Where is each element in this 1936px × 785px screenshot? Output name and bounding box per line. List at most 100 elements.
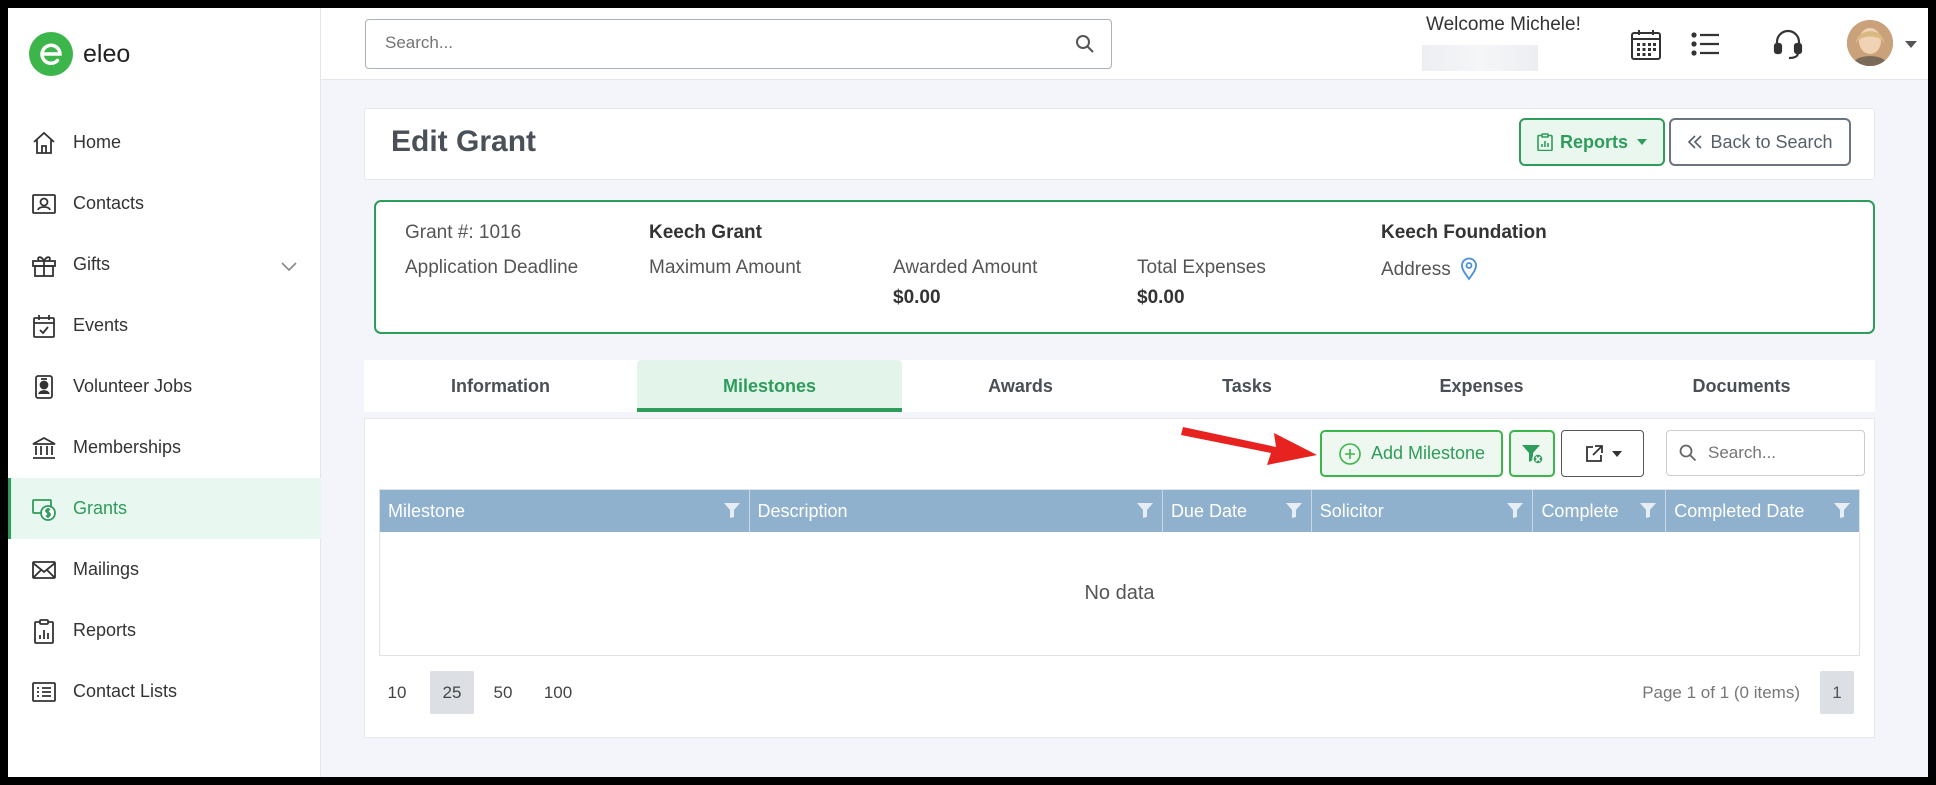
filter-icon[interactable] [1833, 501, 1851, 524]
chevron-down-icon[interactable] [281, 256, 297, 277]
brand-name: eleo [83, 39, 131, 68]
global-search-input[interactable] [366, 20, 1046, 66]
sidebar-item-label: Home [73, 132, 122, 152]
tab-milestones[interactable]: Milestones [637, 360, 902, 412]
list-icon [30, 678, 58, 706]
column-label: Due Date [1170, 500, 1247, 521]
column-label: Completed Date [1674, 500, 1805, 521]
column-header-complete[interactable]: Complete [1533, 490, 1667, 532]
sidebar: eleo Home Contacts Gifts Events Voluntee… [8, 8, 321, 777]
sidebar-item-label: Events [73, 315, 129, 335]
caret-down-icon [1637, 139, 1647, 145]
filter-icon[interactable] [1136, 501, 1154, 524]
page-info: Page 1 of 1 (0 items) [1642, 683, 1800, 702]
tab-documents[interactable]: Documents [1608, 360, 1875, 412]
logo[interactable]: eleo [29, 32, 130, 76]
reports-button-label: Reports [1559, 131, 1628, 152]
back-to-search-button[interactable]: Back to Search [1669, 118, 1851, 166]
user-org-placeholder [1422, 45, 1538, 71]
sidebar-item-reports[interactable]: Reports [8, 600, 321, 661]
filter-icon[interactable] [1506, 501, 1524, 524]
address-label: Address [1381, 259, 1451, 280]
map-pin-icon[interactable] [1460, 257, 1478, 286]
sidebar-item-label: Grants [73, 498, 128, 518]
caret-down-icon [1611, 450, 1622, 457]
tab-awards[interactable]: Awards [902, 360, 1139, 412]
filter-icon[interactable] [1285, 501, 1303, 524]
home-icon [30, 129, 58, 157]
page-size-100[interactable]: 100 [530, 671, 586, 714]
empty-state: No data [1084, 582, 1155, 604]
sidebar-item-label: Memberships [73, 437, 182, 457]
sidebar-item-home[interactable]: Home [8, 112, 321, 173]
sidebar-item-memberships[interactable]: Memberships [8, 417, 321, 478]
column-label: Complete [1541, 500, 1619, 521]
export-button[interactable] [1561, 430, 1644, 477]
sidebar-item-mailings[interactable]: Mailings [8, 539, 321, 600]
top-bar: Welcome Michele! [321, 8, 1928, 80]
column-label: Milestone [388, 500, 466, 521]
sidebar-item-contacts[interactable]: Contacts [8, 173, 321, 234]
badge-icon [30, 373, 58, 401]
contacts-icon [30, 190, 58, 218]
user-avatar[interactable] [1847, 20, 1893, 66]
column-label: Solicitor [1319, 500, 1384, 521]
sidebar-item-events[interactable]: Events [8, 295, 321, 356]
plus-circle-icon [1338, 442, 1362, 466]
maximum-amount-label: Maximum Amount [649, 257, 802, 278]
grid-search-input[interactable] [1708, 433, 1858, 473]
total-expenses-value: $0.00 [1137, 287, 1185, 308]
sidebar-item-label: Volunteer Jobs [73, 376, 193, 396]
sidebar-item-contact-lists[interactable]: Contact Lists [8, 661, 321, 722]
tab-information[interactable]: Information [364, 360, 637, 412]
milestones-table: Milestone Description Due Date Solicitor… [379, 489, 1860, 656]
clipboard-chart-icon [1537, 133, 1553, 151]
calendar-check-icon [30, 312, 58, 340]
export-icon [1584, 444, 1604, 464]
list-bullets-icon[interactable] [1691, 30, 1721, 63]
eleo-logo-icon [29, 32, 73, 76]
sidebar-item-gifts[interactable]: Gifts [8, 234, 321, 295]
page-size-25[interactable]: 25 [430, 671, 474, 714]
search-icon[interactable] [1075, 34, 1095, 59]
calendar-grid-icon[interactable] [1629, 28, 1663, 67]
tab-expenses[interactable]: Expenses [1355, 360, 1608, 412]
app-window: eleo Home Contacts Gifts Events Voluntee… [8, 8, 1928, 777]
sidebar-item-label: Gifts [73, 254, 111, 274]
reports-button[interactable]: Reports [1519, 118, 1665, 166]
add-milestone-button[interactable]: Add Milestone [1320, 430, 1503, 477]
filter-icon[interactable] [723, 501, 741, 524]
grant-summary: Grant #: 1016 Application Deadline Keech… [374, 200, 1875, 334]
gift-icon [30, 251, 58, 279]
sidebar-item-label: Contact Lists [73, 681, 178, 701]
sidebar-item-label: Mailings [73, 559, 140, 579]
sidebar-item-grants[interactable]: Grants [8, 478, 321, 539]
page-number-button[interactable]: 1 [1820, 671, 1854, 714]
headset-icon[interactable] [1773, 28, 1803, 65]
add-milestone-label: Add Milestone [1370, 443, 1486, 463]
milestones-panel: Add Milestone Milestone [364, 418, 1875, 738]
filter-icon[interactable] [1639, 501, 1657, 524]
caret-down-icon[interactable] [1905, 36, 1917, 54]
column-label: Description [757, 500, 848, 521]
pager: 10 25 50 100 Page 1 of 1 (0 items) 1 [379, 671, 1860, 715]
sidebar-item-volunteer-jobs[interactable]: Volunteer Jobs [8, 356, 321, 417]
column-header-due-date[interactable]: Due Date [1163, 490, 1312, 532]
page-header: Edit Grant Reports Back to Search [364, 108, 1875, 180]
clear-filter-button[interactable] [1509, 430, 1555, 477]
page-size-50[interactable]: 50 [479, 671, 527, 714]
sidebar-item-label: Reports [73, 620, 137, 640]
clipboard-chart-icon [30, 617, 58, 645]
column-header-solicitor[interactable]: Solicitor [1312, 490, 1534, 532]
awarded-amount-label: Awarded Amount [893, 257, 1038, 278]
back-to-search-label: Back to Search [1710, 131, 1833, 152]
foundation-name[interactable]: Keech Foundation [1381, 222, 1547, 244]
double-chevron-left-icon [1687, 134, 1703, 150]
filter-clear-icon [1520, 442, 1544, 466]
page-size-10[interactable]: 10 [379, 671, 415, 714]
tab-tasks[interactable]: Tasks [1139, 360, 1355, 412]
column-header-completed-date[interactable]: Completed Date [1666, 490, 1859, 532]
grant-tabs: Information Milestones Awards Tasks Expe… [364, 360, 1875, 412]
column-header-description[interactable]: Description [750, 490, 1163, 532]
column-header-milestone[interactable]: Milestone [380, 490, 750, 532]
